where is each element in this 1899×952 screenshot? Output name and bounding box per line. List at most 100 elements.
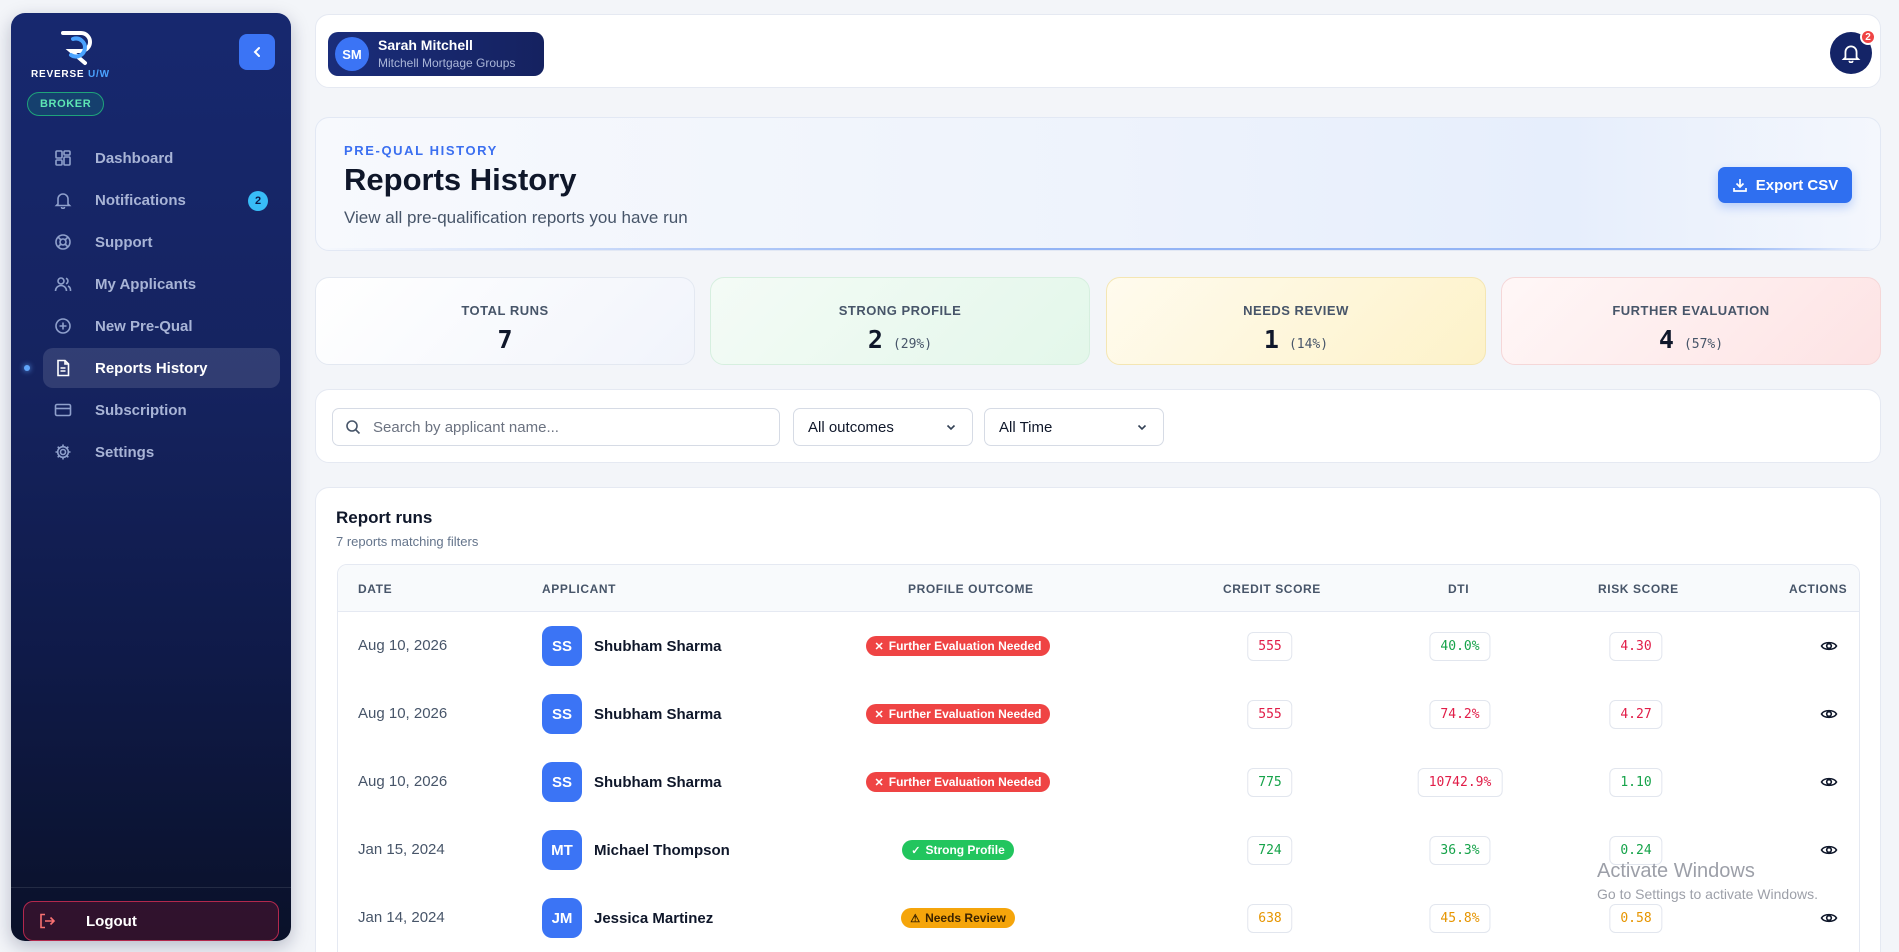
users-icon	[53, 274, 73, 294]
stat-percentage: (57%)	[1683, 337, 1724, 352]
stat-label: TOTAL RUNS	[461, 303, 549, 318]
applicant-name: Michael Thompson	[594, 841, 730, 859]
brand-name: REVERSE U/W	[31, 69, 110, 80]
stat-percentage: (29%)	[892, 337, 933, 352]
view-report-button[interactable]	[1820, 637, 1838, 660]
view-report-button[interactable]	[1820, 909, 1838, 932]
applicant-avatar: SS	[542, 694, 582, 734]
page-header: PRE-QUAL HISTORY Reports History View al…	[315, 117, 1881, 251]
table-row[interactable]: Aug 10, 2026 SS Shubham Sharma ✕ Further Eva…	[338, 612, 1859, 680]
sidebar-item-reports-history[interactable]: Reports History	[24, 348, 280, 388]
outcome-badge: ✕ Further Evaluation Needed	[865, 704, 1051, 724]
dti-value: 36.3%	[1429, 836, 1491, 865]
sidebar-item-label: Support	[95, 233, 153, 251]
windows-activation-title: Activate Windows	[1597, 860, 1755, 882]
stat-label: NEEDS REVIEW	[1243, 303, 1349, 318]
search-box[interactable]	[332, 408, 780, 446]
applicant-name: Jessica Martinez	[594, 909, 714, 927]
table-row[interactable]: Aug 10, 2026 SS Shubham Sharma ✕ Further Eva…	[338, 748, 1859, 816]
export-csv-button[interactable]: Export CSV	[1718, 167, 1852, 203]
page-eyebrow: PRE-QUAL HISTORY	[344, 143, 498, 158]
outcome-label: Further Evaluation Needed	[888, 775, 1042, 789]
sidebar-item-dashboard[interactable]: Dashboard	[43, 138, 280, 178]
row-date: Jan 14, 2024	[358, 909, 445, 926]
sidebar-item-label: My Applicants	[95, 275, 197, 293]
risk-score-value: 1.10	[1609, 768, 1663, 797]
plus-circle-icon	[53, 316, 73, 336]
row-outcome: ✓ Strong Profile	[808, 840, 1108, 860]
sidebar-item-label: Notifications	[95, 191, 186, 209]
sidebar-item-settings[interactable]: Settings	[43, 432, 280, 472]
column-header-outcome[interactable]: PROFILE OUTCOME	[908, 582, 1034, 596]
column-header-risk-score[interactable]: RISK SCORE	[1598, 582, 1679, 596]
sidebar-item-support[interactable]: Support	[43, 222, 280, 262]
outcome-label: Strong Profile	[925, 843, 1005, 857]
dti-value: 74.2%	[1429, 700, 1491, 729]
sidebar-item-label: Settings	[95, 443, 155, 461]
collapse-sidebar-button[interactable]	[239, 34, 275, 70]
view-report-button[interactable]	[1820, 705, 1838, 728]
bell-icon	[1841, 45, 1861, 63]
view-report-button[interactable]	[1820, 841, 1838, 864]
notifications-button[interactable]: 2	[1830, 29, 1876, 74]
user-name: Sarah Mitchell	[378, 37, 473, 53]
sidebar-item-label: Subscription	[95, 401, 187, 419]
outcome-filter-value: All outcomes	[808, 418, 894, 436]
user-profile-chip[interactable]: SM Sarah Mitchell Mitchell Mortgage Grou…	[328, 32, 544, 76]
sidebar: REVERSE U/W BROKER Dashboard Notificatio…	[11, 13, 291, 941]
column-header-dti[interactable]: DTI	[1448, 582, 1469, 596]
page-title: Reports History	[344, 162, 577, 197]
applicant-name: Shubham Sharma	[594, 705, 722, 723]
table-row[interactable]: Aug 10, 2026 SS Shubham Sharma ✕ Further Eva…	[338, 680, 1859, 748]
credit-score-value: 555	[1247, 700, 1293, 729]
download-icon	[1732, 179, 1747, 192]
chevron-down-icon	[946, 424, 956, 431]
row-applicant[interactable]: JM Jessica Martinez	[542, 898, 713, 938]
column-header-date[interactable]: DATE	[358, 582, 392, 596]
stat-label: STRONG PROFILE	[838, 303, 962, 318]
file-text-icon	[53, 358, 73, 378]
gear-icon	[53, 442, 73, 462]
stat-value: 7	[497, 325, 513, 354]
view-report-button[interactable]	[1820, 773, 1838, 796]
sidebar-nav: Dashboard Notifications 2 Support My App…	[24, 138, 280, 474]
outcome-label: Further Evaluation Needed	[888, 707, 1042, 721]
stat-value: 4 (57%)	[1658, 325, 1724, 354]
sidebar-item-my-applicants[interactable]: My Applicants	[43, 264, 280, 304]
outcome-badge: ✓ Strong Profile	[902, 840, 1014, 860]
lifebuoy-icon	[53, 232, 73, 252]
column-header-credit-score[interactable]: CREDIT SCORE	[1223, 582, 1321, 596]
outcome-green-icon: ✓	[911, 844, 921, 857]
applicant-avatar: JM	[542, 898, 582, 938]
logo-mark-icon	[61, 31, 92, 65]
sidebar-item-label: Dashboard	[95, 149, 174, 167]
row-applicant[interactable]: SS Shubham Sharma	[542, 626, 722, 666]
sidebar-item-new-pre-qual[interactable]: New Pre-Qual	[43, 306, 280, 346]
outcome-badge: ✕ Further Evaluation Needed	[865, 772, 1051, 792]
column-header-applicant[interactable]: APPLICANT	[542, 582, 616, 596]
row-outcome: ✕ Further Evaluation Needed	[808, 772, 1108, 792]
logout-button[interactable]: Logout	[23, 901, 279, 941]
outcome-filter-select[interactable]: All outcomes	[793, 408, 973, 446]
sidebar-item-notifications[interactable]: Notifications 2	[43, 180, 280, 220]
brand-logo[interactable]: REVERSE U/W	[31, 29, 121, 85]
sidebar-divider	[11, 887, 291, 888]
outcome-badge: ⚠ Needs Review	[901, 908, 1015, 928]
row-outcome: ✕ Further Evaluation Needed	[808, 636, 1108, 656]
eye-icon	[1820, 913, 1838, 923]
row-applicant[interactable]: SS Shubham Sharma	[542, 762, 722, 802]
eye-icon	[1820, 845, 1838, 855]
stat-percentage: (14%)	[1288, 337, 1329, 352]
row-applicant[interactable]: SS Shubham Sharma	[542, 694, 722, 734]
stat-label: FURTHER EVALUATION	[1612, 303, 1770, 318]
search-input[interactable]	[373, 418, 753, 436]
applicant-avatar: SS	[542, 762, 582, 802]
row-date: Aug 10, 2026	[358, 705, 448, 722]
stat-further-evaluation: FURTHER EVALUATION 4 (57%)	[1501, 277, 1881, 365]
sidebar-item-subscription[interactable]: Subscription	[43, 390, 280, 430]
search-icon	[346, 420, 361, 435]
row-applicant[interactable]: MT Michael Thompson	[542, 830, 730, 870]
credit-score-value: 555	[1247, 632, 1293, 661]
time-filter-select[interactable]: All Time	[984, 408, 1164, 446]
risk-score-value: 4.30	[1609, 632, 1663, 661]
